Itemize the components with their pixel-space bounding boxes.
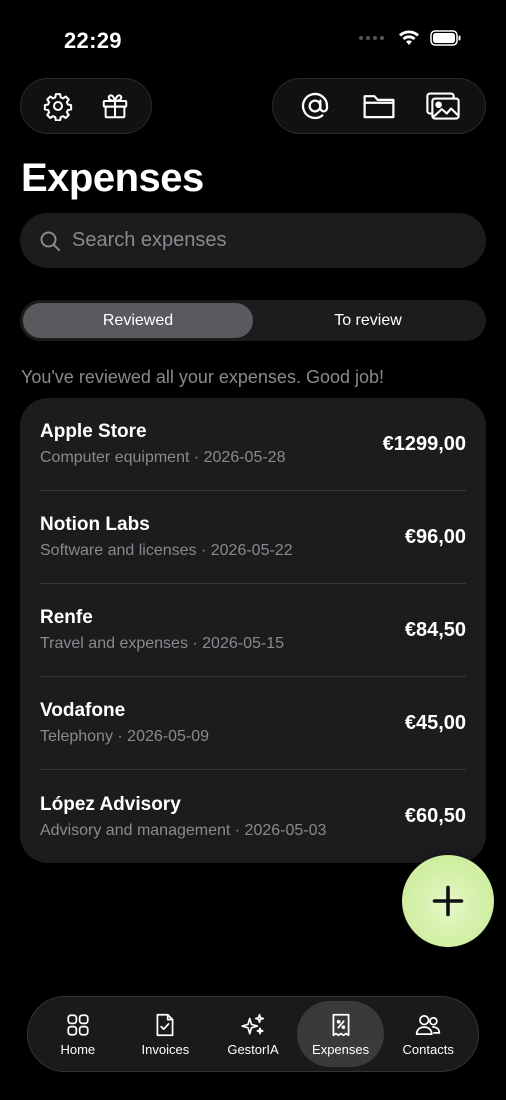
gallery-button[interactable] [421,84,465,128]
expense-amount: €84,50 [404,618,466,641]
grid-icon [67,1013,89,1036]
gift-icon [102,94,127,119]
folder-icon [363,95,395,119]
wifi-icon [399,30,419,45]
expense-vendor: Renfe [40,607,93,628]
tab-label: Expenses [312,1041,370,1057]
expense-vendor: Vodafone [40,700,126,721]
add-expense-button[interactable] [402,855,494,947]
header-left-actions [20,78,152,134]
tab-label: Contacts [402,1041,454,1057]
gift-button[interactable] [93,84,137,128]
search-bar[interactable] [20,213,486,268]
expense-row[interactable]: Apple Store Computer equipment · 2026-05… [40,398,466,491]
bottom-tab-bar: Home Invoices GestorIA Expenses Contacts [27,996,479,1072]
tab-expenses[interactable]: Expenses [296,1001,385,1067]
signal-icon [359,36,384,40]
expense-amount: €1299,00 [382,432,466,455]
battery-icon [430,30,461,46]
expense-detail: Advisory and management · 2026-05-03 [40,821,327,839]
expense-row[interactable]: Notion Labs Software and licenses · 2026… [40,491,466,584]
mention-button[interactable] [293,84,337,128]
page-title: Expenses [21,156,204,200]
expense-detail: Computer equipment · 2026-05-28 [40,449,286,466]
expense-vendor: Apple Store [40,421,147,442]
status-icons [359,30,462,46]
plus-icon [432,885,464,917]
expense-row[interactable]: López Advisory Advisory and management ·… [40,770,466,863]
gear-icon [43,93,72,121]
expense-amount: €96,00 [404,525,466,548]
tab-label: GestorIA [227,1041,279,1057]
expense-vendor: López Advisory [40,793,181,815]
expense-row[interactable]: Vodafone Telephony · 2026-05-09 €45,00 [40,677,466,770]
tab-contacts[interactable]: Contacts [384,1001,472,1067]
status-bar: 22:29 [0,0,506,80]
settings-button[interactable] [36,84,80,128]
expense-amount: €45,00 [404,711,466,734]
tab-label: Home [60,1041,96,1057]
review-filter: Reviewed To review [20,300,486,341]
folder-button[interactable] [357,84,401,128]
tab-reviewed[interactable]: Reviewed [23,303,253,338]
search-icon [40,231,60,251]
expense-vendor: Notion Labs [40,514,150,535]
expense-row[interactable]: Renfe Travel and expenses · 2026-05-15 €… [40,584,466,677]
expense-detail: Software and licenses · 2026-05-22 [40,542,293,559]
receipt-icon [332,1013,350,1036]
images-icon [426,92,460,120]
search-input[interactable] [72,229,452,252]
invoice-icon [156,1013,174,1036]
tab-gestoria[interactable]: GestorIA [209,1001,297,1067]
expense-detail: Telephony · 2026-05-09 [40,728,210,745]
contacts-icon [416,1014,441,1035]
at-sign-icon [301,92,329,120]
tab-label: Invoices [141,1041,190,1057]
header-right-actions [272,78,486,134]
status-time: 22:29 [64,28,122,53]
expense-list: Apple Store Computer equipment · 2026-05… [20,398,486,863]
tab-to-review[interactable]: To review [253,303,483,338]
tab-home[interactable]: Home [34,1001,122,1067]
review-status-message: You've reviewed all your expenses. Good … [21,367,384,387]
expense-detail: Travel and expenses · 2026-05-15 [40,635,284,652]
expense-amount: €60,50 [404,805,466,827]
sparkles-icon [241,1013,265,1034]
tab-invoices[interactable]: Invoices [122,1001,210,1067]
